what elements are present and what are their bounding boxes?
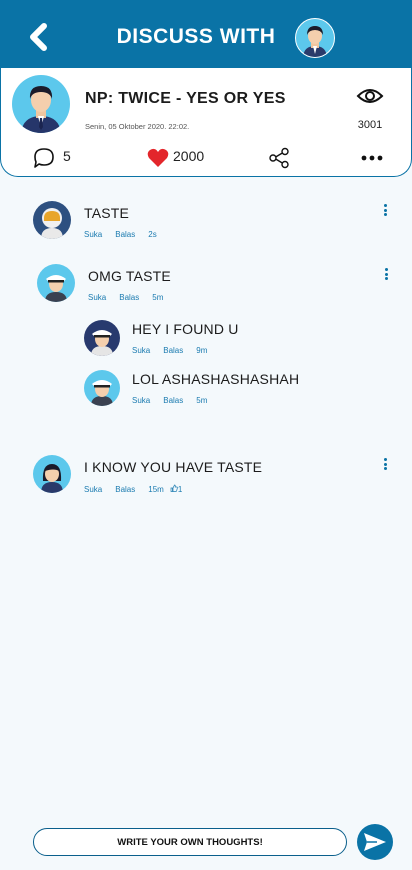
- like-link[interactable]: Suka: [88, 293, 106, 302]
- post-card: NP: TWICE - YES OR YES Senin, 05 Oktober…: [0, 68, 412, 177]
- like-link[interactable]: Suka: [132, 396, 150, 405]
- reply-link[interactable]: Balas: [163, 346, 183, 355]
- comment-icon[interactable]: [33, 147, 55, 169]
- comment-options-icon[interactable]: [382, 458, 388, 472]
- comment-time: 9m: [196, 346, 208, 355]
- author-avatar[interactable]: [12, 75, 70, 133]
- comment-input[interactable]: WRITE YOUR OWN THOUGHTS!: [33, 828, 347, 856]
- heart-icon[interactable]: [147, 148, 169, 168]
- more-options-icon[interactable]: [361, 154, 383, 162]
- comment-text: I KNOW YOU HAVE TASTE: [84, 459, 263, 475]
- user-avatar[interactable]: [295, 18, 335, 58]
- comment-meta: Suka Balas 2s: [84, 230, 170, 239]
- commenter-avatar[interactable]: [33, 201, 71, 239]
- comment-time: 5m: [152, 293, 164, 302]
- view-count: 3001: [357, 119, 383, 131]
- reply-link[interactable]: Balas: [115, 230, 135, 239]
- post-title: NP: TWICE - YES OR YES: [85, 90, 286, 107]
- comment-options-icon[interactable]: [382, 204, 388, 218]
- commenter-avatar[interactable]: [37, 264, 75, 302]
- comment-text: HEY I FOUND U: [132, 321, 239, 337]
- comment-text: OMG TASTE: [88, 268, 171, 284]
- reaction-count: 1: [177, 485, 183, 494]
- commenter-avatar[interactable]: [33, 455, 71, 493]
- comment-options-icon[interactable]: [383, 268, 389, 282]
- like-link[interactable]: Suka: [84, 485, 102, 494]
- thumbs-up-icon: [170, 484, 178, 492]
- top-bar: DISCUSS WITH: [0, 0, 412, 78]
- like-count: 2000: [173, 148, 205, 164]
- comment-time: 15m: [148, 485, 164, 494]
- reply-link[interactable]: Balas: [115, 485, 135, 494]
- like-link[interactable]: Suka: [132, 346, 150, 355]
- share-icon[interactable]: [268, 147, 290, 169]
- send-button[interactable]: [357, 824, 393, 860]
- comment-text: LOL ASHASHASHASHAH: [132, 371, 300, 387]
- post-date: Senin, 05 Oktober 2020. 22:02.: [85, 122, 190, 131]
- comment-time: 5m: [196, 396, 208, 405]
- comment-meta: Suka Balas 9m: [132, 346, 220, 355]
- reply-link[interactable]: Balas: [163, 396, 183, 405]
- commenter-avatar[interactable]: [84, 320, 120, 356]
- send-icon: [364, 833, 386, 851]
- like-link[interactable]: Suka: [84, 230, 102, 239]
- comment-count: 5: [63, 148, 71, 164]
- commenter-avatar[interactable]: [84, 370, 120, 406]
- comment-meta: Suka Balas 15m 1: [84, 484, 195, 494]
- reply-link[interactable]: Balas: [119, 293, 139, 302]
- comment-meta: Suka Balas 5m: [88, 293, 176, 302]
- eye-icon: [356, 89, 384, 103]
- comment-meta: Suka Balas 5m: [132, 396, 220, 405]
- comment-time: 2s: [148, 230, 157, 239]
- comment-text: TASTE: [84, 205, 130, 221]
